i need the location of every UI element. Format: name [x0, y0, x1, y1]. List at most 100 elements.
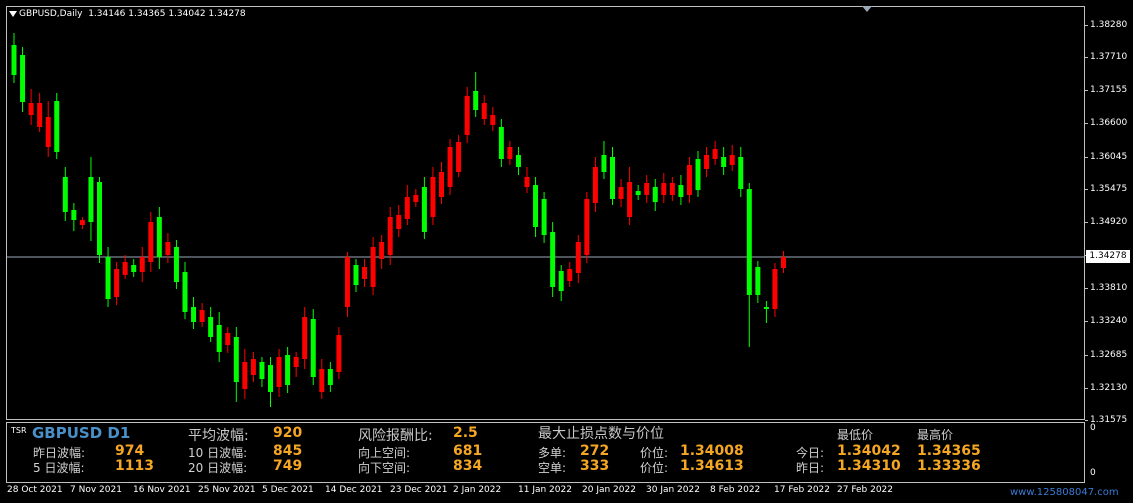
candle-body[interactable] — [173, 247, 179, 282]
candle-body[interactable] — [729, 155, 735, 165]
candle-body[interactable] — [156, 217, 162, 257]
candle-body[interactable] — [575, 242, 581, 273]
candle-body[interactable] — [550, 232, 556, 287]
candle-body[interactable] — [225, 333, 231, 345]
candle-body[interactable] — [259, 362, 265, 379]
date-tick-label: 2 Jan 2022 — [453, 485, 502, 495]
candle-body[interactable] — [567, 269, 573, 281]
candle-body[interactable] — [738, 157, 744, 189]
candle-body[interactable] — [533, 185, 539, 227]
candle-body[interactable] — [319, 369, 325, 392]
candle-body[interactable] — [763, 307, 769, 309]
candle-body[interactable] — [524, 177, 530, 187]
candle-body[interactable] — [387, 217, 393, 255]
shift-marker-icon[interactable] — [862, 6, 872, 12]
price-axis[interactable]: 1.38280 1.37710 1.37155 1.36600 1.36045 1.354… — [1085, 6, 1133, 425]
candle-body[interactable] — [396, 215, 402, 229]
candle-body[interactable] — [370, 247, 376, 287]
candle-body[interactable] — [88, 177, 94, 222]
candle-body[interactable] — [712, 149, 718, 159]
candle-body[interactable] — [105, 257, 111, 299]
candle-body[interactable] — [208, 317, 214, 337]
candle-body[interactable] — [430, 177, 436, 217]
candle-body[interactable] — [686, 165, 692, 195]
candle-body[interactable] — [233, 337, 239, 382]
candle-body[interactable] — [721, 157, 727, 167]
candle-body[interactable] — [122, 262, 128, 275]
candle-body[interactable] — [610, 157, 615, 199]
candle-body[interactable] — [310, 319, 316, 377]
candle-body[interactable] — [353, 265, 359, 285]
candle-body[interactable] — [62, 177, 68, 212]
candle-body[interactable] — [362, 267, 368, 279]
candle-body[interactable] — [191, 307, 197, 322]
candle-body[interactable] — [618, 187, 624, 199]
candle-body[interactable] — [71, 210, 77, 220]
candle-body[interactable] — [498, 127, 504, 159]
candle-body[interactable] — [413, 195, 419, 202]
indicator-panel[interactable]: TSR GBPUSD D1 昨日波幅: 974 5 日波幅: 1113 平均波幅… — [6, 422, 1085, 483]
candle-body[interactable] — [379, 242, 385, 259]
watermark: www.125808047.com — [1010, 487, 1119, 498]
candle-body[interactable] — [439, 172, 444, 197]
candle-body[interactable] — [669, 183, 675, 195]
candle-body[interactable] — [131, 265, 137, 272]
candle-body[interactable] — [541, 199, 547, 235]
candle-body[interactable] — [507, 147, 513, 159]
candle-body[interactable] — [635, 191, 641, 195]
candle-body[interactable] — [20, 55, 26, 102]
candle-body[interactable] — [165, 242, 171, 255]
candle-body[interactable] — [678, 185, 684, 197]
candle-body[interactable] — [139, 257, 145, 272]
candle-body[interactable] — [327, 369, 333, 385]
main-chart-area[interactable] — [6, 6, 1085, 420]
candle-body[interactable] — [54, 101, 60, 152]
candle-body[interactable] — [37, 103, 43, 127]
candle-body[interactable] — [558, 271, 564, 291]
candle-body[interactable] — [772, 269, 778, 309]
candle-body[interactable] — [781, 257, 786, 268]
candle-body[interactable] — [592, 167, 598, 203]
candle-body[interactable] — [421, 187, 427, 232]
candle-body[interactable] — [344, 257, 350, 307]
candle-body[interactable] — [79, 220, 85, 225]
candle-body[interactable] — [11, 45, 17, 75]
candle-body[interactable] — [114, 269, 120, 297]
candle-body[interactable] — [644, 183, 650, 195]
candle-body[interactable] — [627, 182, 633, 217]
candle-body[interactable] — [293, 357, 299, 367]
candle-body[interactable] — [601, 155, 607, 172]
candle-body[interactable] — [746, 189, 752, 295]
indicator-axis[interactable]: 0 0 — [1085, 422, 1133, 483]
candle-body[interactable] — [755, 267, 761, 295]
price-tick-label: 1.32130 — [1090, 383, 1128, 393]
candle-body[interactable] — [464, 96, 470, 135]
candle-body[interactable] — [704, 155, 710, 169]
candle-body[interactable] — [515, 155, 521, 167]
candle-body[interactable] — [276, 357, 282, 387]
candle-body[interactable] — [302, 317, 308, 359]
candlestick-chart[interactable] — [7, 7, 1084, 419]
candle-body[interactable] — [250, 359, 256, 375]
candle-body[interactable] — [242, 362, 248, 389]
candle-body[interactable] — [661, 183, 667, 195]
candle-body[interactable] — [473, 91, 479, 110]
candle-body[interactable] — [404, 197, 410, 219]
candle-body[interactable] — [199, 310, 205, 322]
candle-body[interactable] — [584, 199, 590, 255]
candle-body[interactable] — [148, 222, 154, 262]
candle-body[interactable] — [97, 182, 102, 255]
candle-body[interactable] — [182, 272, 188, 312]
candle-body[interactable] — [456, 142, 462, 172]
candle-body[interactable] — [45, 117, 51, 147]
candle-body[interactable] — [336, 335, 342, 372]
candle-body[interactable] — [28, 103, 34, 115]
candle-body[interactable] — [216, 325, 222, 352]
candle-body[interactable] — [447, 147, 453, 187]
candle-body[interactable] — [481, 103, 487, 119]
candle-body[interactable] — [285, 355, 291, 385]
candle-body[interactable] — [268, 365, 273, 392]
candle-body[interactable] — [490, 115, 496, 125]
candle-body[interactable] — [652, 187, 658, 202]
candle-body[interactable] — [695, 159, 701, 190]
